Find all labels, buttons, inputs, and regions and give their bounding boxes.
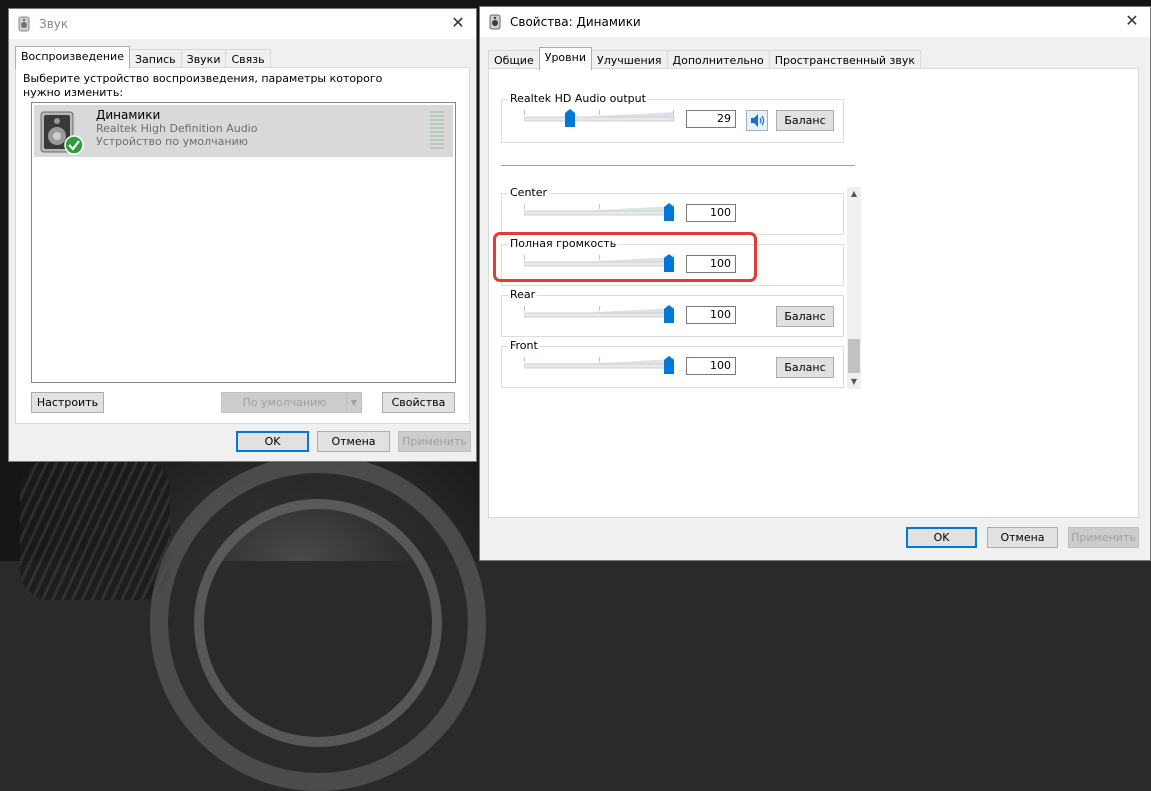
instruction-text: Выберите устройство воспроизведения, пар…: [23, 72, 383, 99]
close-icon[interactable]: ✕: [1122, 11, 1142, 31]
rear-balance-button[interactable]: Баланс: [776, 306, 834, 327]
speaker-icon: [489, 14, 501, 30]
slider-tick: [524, 204, 525, 209]
levels-panel: Realtek HD Audio output 29 Баланс Center…: [488, 68, 1139, 518]
properties-window: Свойства: Динамики ✕ Общие Уровни Улучше…: [479, 6, 1151, 561]
rear-volume-slider[interactable]: [523, 304, 676, 328]
slider-graphic: [523, 305, 675, 323]
slider-track: [523, 116, 675, 122]
wallpaper-tire: [20, 460, 170, 600]
front-volume-value[interactable]: 100: [686, 357, 736, 375]
channel-group-center: Center 100: [501, 187, 844, 235]
slider-graphic: [523, 203, 675, 221]
properties-button[interactable]: Свойства: [382, 392, 455, 413]
separator: [501, 165, 855, 166]
tab-playback[interactable]: Воспроизведение: [15, 46, 130, 69]
close-icon[interactable]: ✕: [448, 13, 468, 33]
channel-group-front: Front 100 Баланс: [501, 339, 844, 388]
playback-panel: Выберите устройство воспроизведения, пар…: [15, 67, 470, 424]
set-default-label: По умолчанию: [242, 396, 327, 409]
master-balance-button[interactable]: Баланс: [776, 110, 834, 131]
set-default-button[interactable]: По умолчанию ▼: [221, 392, 362, 413]
scroll-down-icon[interactable]: ▼: [847, 375, 861, 389]
tab-recording[interactable]: Запись: [128, 49, 182, 69]
level-meter: [430, 111, 444, 151]
apply-button[interactable]: Применить: [1068, 527, 1139, 548]
properties-window-titlebar[interactable]: Свойства: Динамики ✕: [480, 7, 1150, 37]
slider-thumb: [664, 203, 674, 221]
channel-label-center: Center: [508, 187, 550, 199]
list-item[interactable]: Динамики Realtek High Definition Audio У…: [34, 105, 453, 157]
slider-tick: [524, 306, 525, 311]
properties-window-title: Свойства: Динамики: [510, 15, 641, 29]
slider-graphic: [523, 109, 675, 127]
tab-enhancements[interactable]: Улучшения: [590, 50, 668, 70]
properties-tabs: Общие Уровни Улучшения Дополнительно Про…: [488, 47, 922, 70]
master-volume-group: Realtek HD Audio output 29 Баланс: [501, 92, 844, 143]
slider-tick: [599, 204, 600, 209]
tab-communications[interactable]: Связь: [225, 49, 271, 69]
cancel-button[interactable]: Отмена: [987, 527, 1058, 548]
device-driver: Realtek High Definition Audio: [96, 122, 258, 135]
channel-label-rear: Rear: [508, 288, 538, 301]
center-volume-value[interactable]: 100: [686, 204, 736, 222]
slider-thumb: [664, 356, 674, 374]
channels-scrollbar[interactable]: ▲ ▼: [847, 187, 861, 389]
default-check-icon: [64, 135, 84, 155]
slider-tick: [673, 110, 674, 115]
slider-tick: [599, 357, 600, 362]
channel-label-front: Front: [508, 339, 540, 352]
channel-group-rear: Rear 100 Баланс: [501, 288, 844, 337]
tab-sounds[interactable]: Звуки: [180, 49, 227, 69]
device-list[interactable]: Динамики Realtek High Definition Audio У…: [31, 102, 456, 383]
slider-track: [523, 363, 675, 369]
front-volume-slider[interactable]: [523, 355, 676, 379]
slider-thumb: [664, 305, 674, 323]
slider-tick: [524, 357, 525, 362]
highlight-box: [493, 232, 757, 282]
tab-spatial-sound[interactable]: Пространственный звук: [768, 50, 922, 70]
master-volume-label: Realtek HD Audio output: [508, 92, 648, 105]
slider-thumb: [565, 109, 575, 127]
slider-tick: [599, 306, 600, 311]
slider-graphic: [523, 356, 675, 374]
master-volume-slider[interactable]: [523, 108, 676, 132]
front-balance-button[interactable]: Баланс: [776, 357, 834, 378]
rear-volume-value[interactable]: 100: [686, 306, 736, 324]
speaker-volume-icon: [751, 114, 765, 127]
tab-advanced[interactable]: Дополнительно: [666, 50, 770, 70]
slider-tick: [524, 110, 525, 115]
chevron-down-icon[interactable]: ▼: [346, 393, 361, 412]
sound-tabs: Воспроизведение Запись Звуки Связь: [15, 46, 271, 69]
device-status: Устройство по умолчанию: [96, 135, 249, 148]
sound-window: Звук ✕ Воспроизведение Запись Звуки Связ…: [8, 8, 477, 462]
apply-button[interactable]: Применить: [398, 431, 471, 452]
mute-toggle[interactable]: [746, 110, 768, 131]
cancel-button[interactable]: Отмена: [317, 431, 390, 452]
slider-track: [523, 312, 675, 318]
ok-button[interactable]: OK: [236, 431, 309, 452]
master-volume-value[interactable]: 29: [686, 110, 736, 128]
slider-tick: [599, 110, 600, 115]
channels-scroll-area: Center 100 Полная громкость 100 Rear 100…: [501, 187, 863, 393]
scroll-up-icon[interactable]: ▲: [847, 187, 861, 201]
configure-button[interactable]: Настроить: [31, 392, 104, 413]
wallpaper-wheel: [150, 455, 486, 791]
ok-button[interactable]: OK: [906, 527, 977, 548]
slider-track: [523, 210, 675, 216]
scroll-thumb[interactable]: [848, 339, 860, 373]
tab-levels[interactable]: Уровни: [538, 47, 592, 70]
tab-general[interactable]: Общие: [488, 50, 540, 70]
center-volume-slider[interactable]: [523, 202, 676, 226]
speaker-icon: [18, 16, 30, 32]
sound-window-titlebar[interactable]: Звук ✕: [9, 9, 476, 39]
device-name: Динамики: [96, 108, 161, 122]
sound-window-title: Звук: [39, 17, 69, 31]
